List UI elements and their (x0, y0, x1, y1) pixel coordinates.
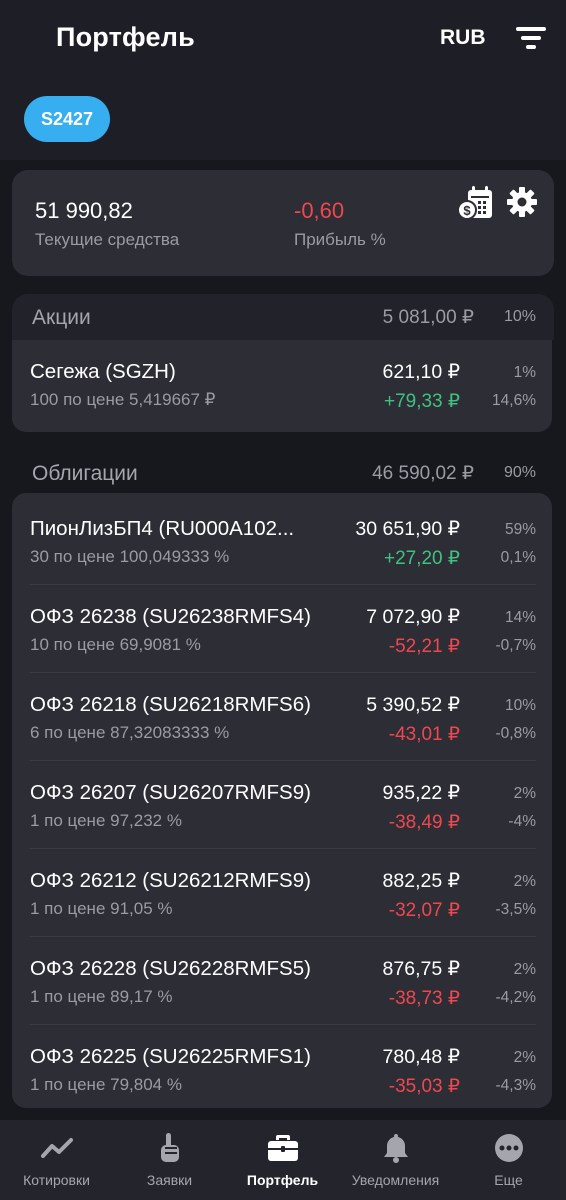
top-bar: Портфель RUB S2427 (0, 0, 566, 160)
section-header-bonds[interactable]: Облигации 46 590,02 ₽ 90% (12, 450, 554, 496)
section-percent: 10% (503, 308, 536, 325)
nav-label: Портфель (246, 1172, 319, 1188)
instrument-quantity-price: 100 по цене 5,419667 ₽ (30, 390, 216, 409)
section-percent: 90% (503, 464, 536, 481)
instrument-change-percent: 0,1% (500, 549, 536, 566)
nav-label: Уведомления (351, 1172, 440, 1188)
section-name: Акции (32, 306, 91, 329)
section-sum: 5 081,00 ₽ (382, 307, 474, 328)
list-item[interactable]: ОФЗ 26207 (SU26207RMFS9) 1 по цене 97,23… (12, 761, 552, 849)
profit-label: Прибыль % (294, 230, 386, 249)
instrument-quantity-price: 10 по цене 69,9081 % (30, 635, 201, 654)
page-title: Портфель (56, 22, 195, 52)
instrument-name: ОФЗ 26228 (SU26228RMFS5) (30, 957, 311, 980)
list-item[interactable]: Сегежа (SGZH) 100 по цене 5,419667 ₽ 621… (12, 340, 552, 428)
nav-notifications[interactable]: Уведомления (339, 1120, 452, 1200)
instrument-quantity-price: 1 по цене 97,232 % (30, 811, 182, 830)
instrument-change: +27,20 ₽ (383, 548, 460, 569)
instrument-share: 14% (504, 609, 536, 626)
instrument-value: 780,48 ₽ (382, 1046, 460, 1068)
list-item[interactable]: ОФЗ 26218 (SU26218RMFS6) 6 по цене 87,32… (12, 673, 552, 761)
instrument-name: ОФЗ 26218 (SU26218RMFS6) (30, 693, 311, 716)
instrument-share: 2% (513, 873, 536, 890)
instrument-quantity-price: 1 по цене 89,17 % (30, 987, 173, 1006)
instrument-value: 882,25 ₽ (382, 870, 460, 892)
instrument-change-percent: -0,8% (495, 725, 537, 742)
current-funds-value: 51 990,82 (35, 198, 133, 223)
instrument-change: -35,03 ₽ (388, 1076, 460, 1097)
instrument-share: 10% (504, 697, 536, 714)
instrument-name: ОФЗ 26225 (SU26225RMFS1) (30, 1045, 311, 1068)
instrument-change: -38,73 ₽ (388, 988, 460, 1009)
instrument-share: 59% (504, 521, 536, 538)
instrument-quantity-price: 6 по цене 87,32083333 % (30, 723, 230, 742)
bottom-navigation: Котировки Заявки Портфель Уведомления Ещ… (0, 1120, 566, 1200)
list-item[interactable]: ПионЛизБП4 (RU000A102... 30 по цене 100,… (12, 497, 552, 585)
instrument-name: ОФЗ 26212 (SU26212RMFS9) (30, 869, 311, 892)
instrument-share: 2% (513, 785, 536, 802)
section-name: Облигации (32, 462, 138, 485)
hand-icon (160, 1133, 179, 1162)
chart-line-icon (40, 1138, 73, 1158)
instrument-change-percent: -0,7% (495, 637, 537, 654)
instrument-value: 876,75 ₽ (382, 958, 460, 980)
list-item[interactable]: ОФЗ 26228 (SU26228RMFS5) 1 по цене 89,17… (12, 937, 552, 1025)
account-chip[interactable]: S2427 (24, 96, 110, 142)
section-sum: 46 590,02 ₽ (372, 463, 474, 484)
instrument-change-percent: -3,5% (495, 901, 537, 918)
instrument-change: -43,01 ₽ (388, 724, 460, 745)
list-item[interactable]: ОФЗ 26225 (SU26225RMFS1) 1 по цене 79,80… (12, 1025, 552, 1113)
instrument-change: -38,49 ₽ (388, 812, 460, 833)
nav-orders[interactable]: Заявки (113, 1120, 226, 1200)
more-dots-icon (494, 1134, 523, 1162)
stocks-list: Сегежа (SGZH) 100 по цене 5,419667 ₽ 621… (12, 340, 552, 432)
instrument-quantity-price: 30 по цене 100,049333 % (30, 547, 230, 566)
instrument-value: 935,22 ₽ (382, 782, 460, 804)
bonds-list: ПионЛизБП4 (RU000A102... 30 по цене 100,… (12, 493, 552, 1108)
briefcase-icon (267, 1135, 298, 1161)
section-header-stocks[interactable]: Акции 5 081,00 ₽ 10% (12, 294, 554, 340)
instrument-value: 621,10 ₽ (382, 361, 460, 383)
nav-portfolio[interactable]: Портфель (226, 1120, 339, 1200)
nav-label: Заявки (146, 1172, 193, 1188)
gear-icon[interactable] (506, 186, 538, 218)
instrument-change-percent: -4% (508, 813, 536, 830)
instrument-name: ОФЗ 26238 (SU26238RMFS4) (30, 605, 311, 628)
instrument-change: +79,33 ₽ (383, 391, 460, 412)
nav-label: Еще (494, 1172, 523, 1188)
list-item[interactable]: ОФЗ 26212 (SU26212RMFS9) 1 по цене 91,05… (12, 849, 552, 937)
calendar-money-icon[interactable]: $ (458, 186, 494, 220)
instrument-share: 2% (513, 1049, 536, 1066)
list-item[interactable]: ОФЗ 26238 (SU26238RMFS4) 10 по цене 69,9… (12, 585, 552, 673)
svg-text:$: $ (463, 203, 471, 218)
instrument-share: 1% (513, 364, 536, 381)
portfolio-summary: 51 990,82 Текущие средства -0,60 Прибыль… (12, 170, 554, 276)
bell-icon (383, 1134, 408, 1163)
profit-value: -0,60 (294, 198, 345, 223)
current-funds-label: Текущие средства (35, 230, 180, 249)
instrument-change: -52,21 ₽ (388, 636, 460, 657)
instrument-name: Сегежа (SGZH) (30, 360, 176, 383)
instrument-value: 5 390,52 ₽ (366, 694, 460, 716)
instrument-value: 30 651,90 ₽ (355, 518, 460, 540)
instrument-change: -32,07 ₽ (388, 900, 460, 921)
filter-icon[interactable] (516, 26, 546, 50)
instrument-quantity-price: 1 по цене 91,05 % (30, 899, 173, 918)
nav-more[interactable]: Еще (452, 1120, 565, 1200)
instrument-quantity-price: 1 по цене 79,804 % (30, 1075, 182, 1094)
nav-quotes[interactable]: Котировки (0, 1120, 113, 1200)
instrument-name: ОФЗ 26207 (SU26207RMFS9) (30, 781, 311, 804)
instrument-change-percent: 14,6% (492, 392, 536, 409)
instrument-name: ПионЛизБП4 (RU000A102... (30, 517, 295, 540)
instrument-change-percent: -4,2% (495, 989, 537, 1006)
instrument-share: 2% (513, 961, 536, 978)
nav-label: Котировки (23, 1172, 90, 1188)
currency-switch[interactable]: RUB (440, 26, 486, 50)
instrument-change-percent: -4,3% (495, 1077, 537, 1094)
instrument-value: 7 072,90 ₽ (366, 606, 460, 628)
